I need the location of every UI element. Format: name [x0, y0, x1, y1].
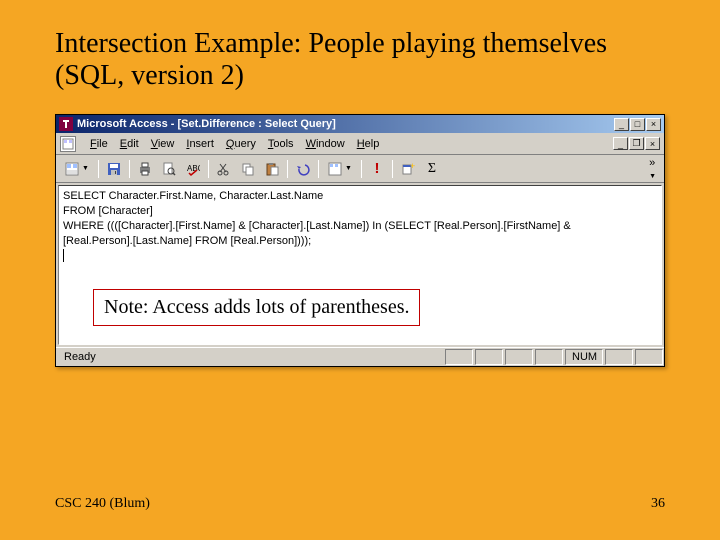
statusbar: Ready NUM — [56, 347, 664, 366]
annotation-note: Note: Access adds lots of parentheses. — [93, 289, 420, 326]
status-ready: Ready — [57, 349, 443, 365]
close-button[interactable]: × — [646, 118, 661, 131]
footer-page-number: 36 — [651, 496, 665, 512]
svg-text:ABC: ABC — [187, 164, 200, 173]
access-app-icon — [59, 117, 73, 131]
status-pane — [535, 349, 563, 365]
toolbar: ▼ ABC ▼ — [56, 155, 664, 183]
toolbar-separator — [318, 160, 319, 178]
toolbar-separator — [129, 160, 130, 178]
cut-button[interactable] — [213, 158, 235, 179]
print-button[interactable] — [134, 158, 156, 179]
status-pane — [605, 349, 633, 365]
toolbar-separator — [98, 160, 99, 178]
menu-file[interactable]: FFileile — [84, 136, 114, 152]
footer-course: CSC 240 (Blum) — [55, 496, 150, 512]
save-button[interactable] — [103, 158, 125, 179]
child-close-button[interactable]: × — [645, 137, 660, 150]
paste-button[interactable] — [261, 158, 283, 179]
status-pane — [475, 349, 503, 365]
menu-tools[interactable]: Tools — [262, 136, 300, 152]
totals-button[interactable]: Σ — [421, 158, 443, 179]
toolbar-separator — [392, 160, 393, 178]
child-window-controls: _ ❐ × — [613, 137, 660, 150]
menu-view[interactable]: View — [145, 136, 181, 152]
titlebar: Microsoft Access - [Set.Difference : Sel… — [56, 115, 664, 133]
undo-button[interactable] — [292, 158, 314, 179]
sql-line: [Real.Person].[Last.Name] FROM [Real.Per… — [63, 234, 657, 249]
sql-line: FROM [Character] — [63, 204, 657, 219]
show-table-button[interactable]: + — [397, 158, 419, 179]
menu-query[interactable]: Query — [220, 136, 262, 152]
print-preview-button[interactable] — [158, 158, 180, 179]
slide-footer: CSC 240 (Blum) 36 — [55, 496, 665, 512]
svg-text:+: + — [410, 162, 415, 171]
window-controls: _ □ × — [614, 118, 661, 131]
status-pane — [445, 349, 473, 365]
status-pane — [635, 349, 663, 365]
access-window: Microsoft Access - [Set.Difference : Sel… — [55, 114, 665, 367]
sql-editor[interactable]: SELECT Character.First.Name, Character.L… — [58, 185, 662, 345]
sql-line: WHERE ((([Character].[First.Name] & [Cha… — [63, 219, 657, 234]
menu-insert[interactable]: Insert — [180, 136, 220, 152]
minimize-button[interactable]: _ — [614, 118, 629, 131]
text-cursor — [63, 249, 64, 262]
sql-line: SELECT Character.First.Name, Character.L… — [63, 189, 657, 204]
query-type-button[interactable]: ▼ — [323, 158, 357, 179]
menu-window[interactable]: Window — [300, 136, 351, 152]
menu-edit[interactable]: Edit — [114, 136, 145, 152]
copy-button[interactable] — [237, 158, 259, 179]
toolbar-separator — [361, 160, 362, 178]
child-minimize-button[interactable]: _ — [613, 137, 628, 150]
slide-title: Intersection Example: People playing the… — [0, 0, 720, 102]
toolbar-separator — [287, 160, 288, 178]
view-dropdown-button[interactable]: ▼ — [60, 158, 94, 179]
query-doc-icon[interactable] — [60, 136, 76, 152]
toolbar-separator — [208, 160, 209, 178]
menu-help[interactable]: Help — [351, 136, 386, 152]
spelling-button[interactable]: ABC — [182, 158, 204, 179]
child-restore-button[interactable]: ❐ — [629, 137, 644, 150]
status-numlock: NUM — [565, 349, 603, 365]
maximize-button[interactable]: □ — [630, 118, 645, 131]
toolbar-overflow-button[interactable]: »▼ — [649, 157, 660, 181]
status-pane — [505, 349, 533, 365]
menubar: FFileile Edit View Insert Query Tools Wi… — [56, 133, 664, 155]
window-title: Microsoft Access - [Set.Difference : Sel… — [77, 118, 614, 130]
run-button[interactable]: ! — [366, 158, 388, 179]
